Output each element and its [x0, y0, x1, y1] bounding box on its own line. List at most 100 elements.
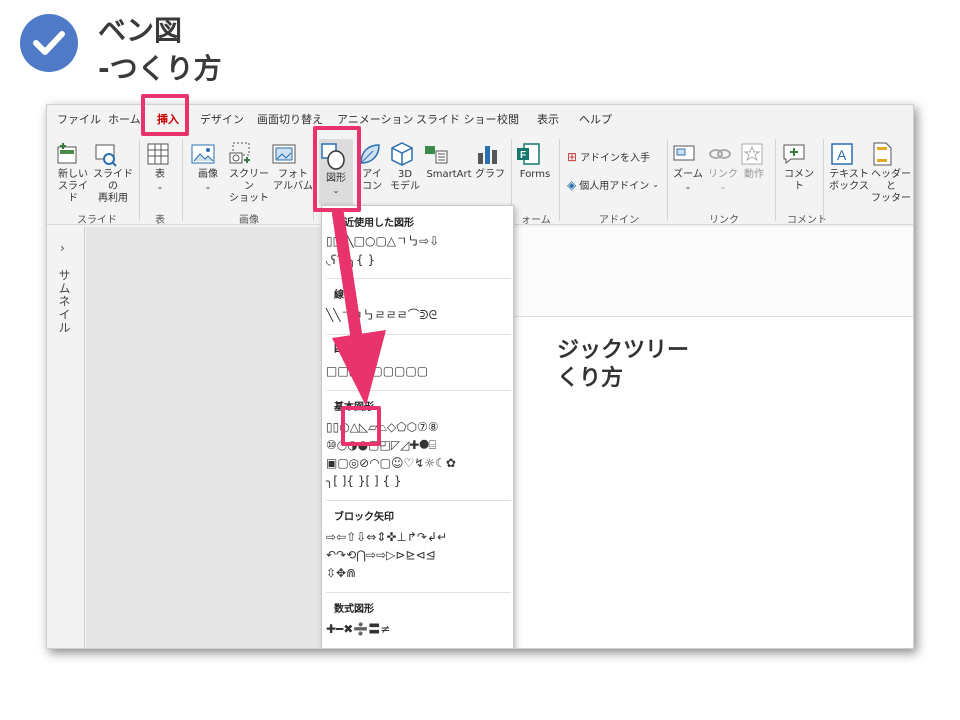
- smartart-button[interactable]: SmartArt: [423, 141, 475, 181]
- equation-shapes-row[interactable]: ✚━✖➗〓≠: [326, 622, 390, 636]
- svg-text:A: A: [837, 147, 847, 163]
- basic-shapes-row[interactable]: ╮[ ]{ }[ ] { }: [326, 474, 402, 488]
- table-button[interactable]: 表 ⌄: [145, 141, 175, 193]
- title-line-2: -つくり方: [98, 52, 222, 85]
- zoom-icon: [671, 141, 705, 167]
- textbox-button[interactable]: A テキスト ボックス: [829, 141, 869, 193]
- ribbon-separator: [775, 139, 776, 221]
- expand-chevron-icon[interactable]: ›: [60, 241, 65, 255]
- icons-label: アイ コン: [362, 169, 382, 192]
- tab-help[interactable]: ヘルプ: [579, 111, 612, 127]
- group-label-image: 画像: [239, 215, 259, 226]
- tab-animations[interactable]: アニメーション: [337, 111, 414, 127]
- group-label-addins: アドイン: [599, 215, 639, 226]
- slide-title-line-1: ジックツリー: [557, 338, 690, 363]
- table-icon: [145, 141, 175, 167]
- block-arrows-heading: ブロック矢印: [334, 512, 394, 523]
- bar-chart-icon: [475, 141, 505, 167]
- basic-shapes-row[interactable]: ▣▢◎⊘◠▢☺♡↯☼☾✿: [326, 456, 456, 470]
- get-addins-button[interactable]: ⊞ アドインを入手: [567, 149, 651, 165]
- group-label-table: 表: [155, 215, 165, 226]
- chevron-down-icon: ⌄: [156, 182, 164, 191]
- check-circle-icon: [20, 14, 78, 72]
- equation-shapes-heading: 数式図形: [334, 604, 374, 615]
- photo-album-icon: [271, 141, 315, 167]
- screenshot-icon: [227, 141, 271, 167]
- zoom-label: ズーム: [673, 169, 703, 180]
- cube-icon: [389, 141, 421, 167]
- reuse-slide-icon: [93, 141, 133, 167]
- chevron-down-icon: ⌄: [652, 180, 659, 189]
- forms-icon: F: [515, 141, 555, 167]
- icons-button[interactable]: アイ コン: [357, 141, 387, 193]
- header-footer-label: ヘッダーと フッター: [871, 169, 911, 204]
- zoom-button[interactable]: ズーム ⌄: [671, 141, 705, 193]
- tab-view[interactable]: 表示: [537, 111, 559, 127]
- graph-label: グラフ: [475, 169, 505, 180]
- tab-design[interactable]: デザイン: [200, 111, 244, 127]
- header-footer-button[interactable]: ヘッダーと フッター: [869, 141, 913, 205]
- textbox-icon: A: [829, 141, 869, 167]
- new-slide-icon: [55, 141, 91, 167]
- tab-slideshow[interactable]: スライド ショー: [416, 111, 497, 127]
- link-button[interactable]: リンク ⌄: [707, 141, 739, 193]
- new-slide-button[interactable]: 新しい スライド: [55, 141, 91, 205]
- smartart-icon: [423, 141, 475, 167]
- reuse-slide-label: スライドの 再利用: [93, 169, 133, 204]
- slide-title-line-2: くり方: [557, 366, 624, 391]
- graph-button[interactable]: グラフ: [475, 141, 505, 181]
- tab-review[interactable]: 校閲: [497, 111, 519, 127]
- personal-addins-button[interactable]: ◈ 個人用アドイン ⌄: [567, 177, 659, 193]
- link-icon: [707, 141, 739, 167]
- ribbon-separator: [667, 139, 668, 221]
- svg-text:F: F: [520, 150, 526, 161]
- link-label: リンク: [708, 169, 738, 180]
- chevron-down-icon: ⌄: [684, 182, 692, 191]
- addin-icon: ◈: [567, 177, 577, 192]
- page-title: ベン図 -つくり方: [98, 12, 222, 88]
- chevron-down-icon: ⌄: [719, 182, 727, 191]
- tab-home[interactable]: ホーム: [108, 111, 141, 127]
- header-footer-icon: [869, 141, 913, 167]
- tab-transitions[interactable]: 画面切り替え: [257, 111, 323, 127]
- forms-button[interactable]: F Forms: [515, 141, 555, 181]
- thumbnail-pane-label: サムネイル: [57, 269, 71, 334]
- shapes-button-highlight: [313, 126, 361, 212]
- pointer-arrow-icon: [332, 210, 386, 406]
- group-label-slide: スライド: [77, 215, 117, 226]
- slide-title[interactable]: ジックツリー くり方: [557, 337, 689, 393]
- comment-icon: [781, 141, 817, 167]
- action-button[interactable]: 動作: [739, 141, 769, 181]
- title-line-1: ベン図: [98, 14, 183, 47]
- photo-album-button[interactable]: フォト アルバム: [271, 141, 315, 193]
- new-slide-label: 新しい スライド: [58, 169, 88, 204]
- reuse-slide-button[interactable]: スライドの 再利用: [93, 141, 133, 205]
- ribbon-separator: [823, 139, 824, 221]
- forms-label: Forms: [519, 169, 551, 180]
- image-label: 画像: [198, 169, 218, 180]
- comment-label: コメント: [784, 169, 814, 192]
- 3d-model-button[interactable]: 3D モデル: [389, 141, 421, 193]
- group-label-comment: コメント: [787, 215, 827, 226]
- dropdown-divider: [326, 500, 511, 501]
- table-label: 表: [155, 169, 165, 180]
- block-arrows-row[interactable]: ⇨⇦⇧⇩⇔⇕✜⊥↱↷↲↵: [326, 530, 447, 544]
- grid-plus-icon: ⊞: [567, 149, 578, 164]
- picture-icon: [190, 141, 226, 167]
- block-arrows-row[interactable]: ↶↷⟲⋂⇨⇨▷⊳⊵⊲⊴: [326, 548, 436, 562]
- image-button[interactable]: 画像 ⌄: [190, 141, 226, 193]
- photo-album-label: フォト アルバム: [273, 169, 313, 192]
- oval-shape-highlight: [341, 406, 381, 446]
- insert-tab-highlight: [141, 94, 189, 136]
- thumbnail-pane[interactable]: › サムネイル: [47, 227, 85, 648]
- get-addins-label: アドインを入手: [580, 153, 651, 164]
- ribbon-separator: [139, 139, 140, 221]
- 3d-model-label: 3D モデル: [390, 169, 420, 192]
- block-arrows-row[interactable]: ⇳✥⋒: [326, 566, 356, 580]
- screenshot-button[interactable]: スクリーン ショット: [227, 141, 271, 205]
- star-icon: [739, 141, 769, 167]
- comment-button[interactable]: コメント: [781, 141, 817, 193]
- tab-file[interactable]: ファイル: [57, 111, 101, 127]
- screenshot-label: スクリーン ショット: [229, 169, 269, 204]
- dropdown-divider: [326, 592, 511, 593]
